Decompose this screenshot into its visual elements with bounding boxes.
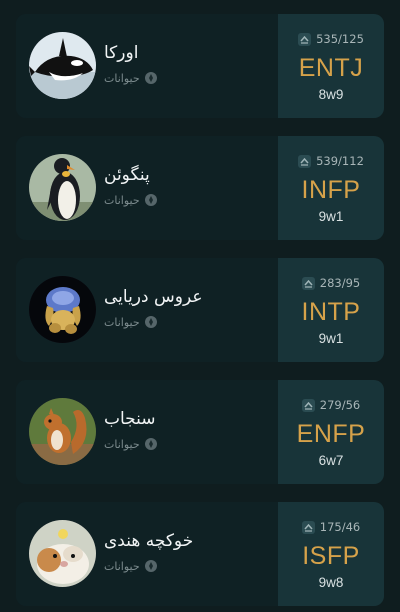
- personality-section[interactable]: 539/112 INFP 9w1: [278, 136, 384, 240]
- vote-count-row: 279/56: [278, 398, 384, 412]
- vote-count-row: 535/125: [278, 32, 384, 46]
- character-name: عروس دریایی: [104, 287, 203, 307]
- personality-section[interactable]: 279/56 ENFP 6w7: [278, 380, 384, 484]
- category-label: حیوانات: [104, 437, 140, 451]
- vote-count: 283/95: [319, 276, 361, 290]
- mbti-type: ENFP: [296, 420, 366, 448]
- card-info-section[interactable]: خوکچه هندی حیوانات: [16, 502, 278, 606]
- personality-section[interactable]: 535/125 ENTJ 8w9: [278, 14, 384, 118]
- vote-stack-icon: [298, 32, 312, 46]
- mbti-type: ENTJ: [298, 54, 364, 82]
- vote-stack-icon: [298, 154, 312, 168]
- card-info-section[interactable]: سنجاب حیوانات: [16, 380, 278, 484]
- character-list: اورکا حیوانات 535/125 ENTJ 8w9 پنگوئن حی…: [0, 0, 400, 612]
- mbti-type: INTP: [301, 298, 361, 326]
- category-row[interactable]: حیوانات: [104, 70, 158, 86]
- character-name: پنگوئن: [104, 165, 150, 185]
- vote-stack-icon: [301, 276, 315, 290]
- character-card[interactable]: اورکا حیوانات 535/125 ENTJ 8w9: [16, 14, 384, 118]
- category-label: حیوانات: [104, 71, 140, 85]
- vote-count-row: 283/95: [278, 276, 384, 290]
- character-card[interactable]: سنجاب حیوانات 279/56 ENFP 6w7: [16, 380, 384, 484]
- vote-stack-icon: [301, 520, 315, 534]
- personality-section[interactable]: 283/95 INTP 9w1: [278, 258, 384, 362]
- category-tag-icon: [144, 71, 158, 85]
- character-card[interactable]: عروس دریایی حیوانات 283/95 INTP 9w1: [16, 258, 384, 362]
- vote-count: 539/112: [316, 154, 364, 168]
- category-tag-icon: [144, 193, 158, 207]
- category-label: حیوانات: [104, 559, 140, 573]
- category-row[interactable]: حیوانات: [104, 436, 158, 452]
- vote-count: 175/46: [319, 520, 361, 534]
- enneagram-type: 6w7: [318, 453, 344, 468]
- vote-count: 279/56: [319, 398, 361, 412]
- character-name: سنجاب: [104, 409, 156, 429]
- card-info-section[interactable]: اورکا حیوانات: [16, 14, 278, 118]
- jellyfish-avatar[interactable]: [29, 276, 96, 343]
- guinea-pig-avatar[interactable]: [29, 520, 96, 587]
- enneagram-type: 9w8: [318, 575, 344, 590]
- category-tag-icon: [144, 437, 158, 451]
- vote-stack-icon: [301, 398, 315, 412]
- personality-section[interactable]: 175/46 ISFP 9w8: [278, 502, 384, 606]
- squirrel-avatar[interactable]: [29, 398, 96, 465]
- category-label: حیوانات: [104, 193, 140, 207]
- category-row[interactable]: حیوانات: [104, 558, 158, 574]
- enneagram-type: 8w9: [318, 87, 344, 102]
- category-row[interactable]: حیوانات: [104, 192, 158, 208]
- vote-count: 535/125: [316, 32, 364, 46]
- character-card[interactable]: پنگوئن حیوانات 539/112 INFP 9w1: [16, 136, 384, 240]
- vote-count-row: 539/112: [278, 154, 384, 168]
- character-name: خوکچه هندی: [104, 531, 194, 551]
- enneagram-type: 9w1: [318, 209, 344, 224]
- enneagram-type: 9w1: [318, 331, 344, 346]
- card-info-section[interactable]: پنگوئن حیوانات: [16, 136, 278, 240]
- category-label: حیوانات: [104, 315, 140, 329]
- orca-avatar[interactable]: [29, 32, 96, 99]
- mbti-type: INFP: [301, 176, 361, 204]
- mbti-type: ISFP: [302, 542, 360, 570]
- card-info-section[interactable]: عروس دریایی حیوانات: [16, 258, 278, 362]
- penguin-avatar[interactable]: [29, 154, 96, 221]
- character-card[interactable]: خوکچه هندی حیوانات 175/46 ISFP 9w8: [16, 502, 384, 606]
- category-row[interactable]: حیوانات: [104, 314, 158, 330]
- category-tag-icon: [144, 315, 158, 329]
- category-tag-icon: [144, 559, 158, 573]
- vote-count-row: 175/46: [278, 520, 384, 534]
- character-name: اورکا: [104, 43, 139, 63]
